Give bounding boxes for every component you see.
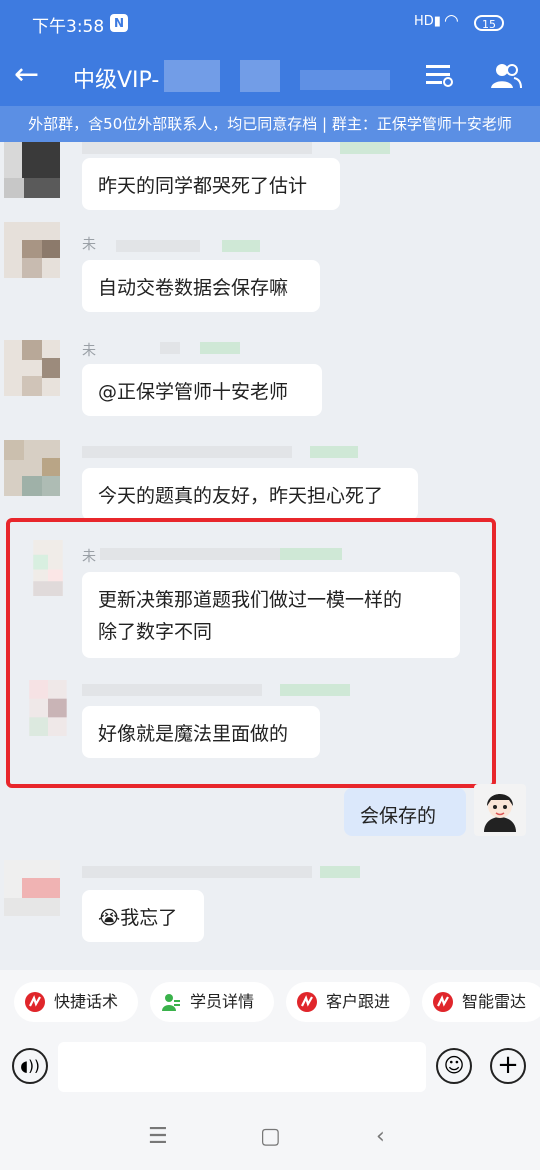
message-text: 自动交卷数据会保存嘛 bbox=[98, 277, 289, 299]
group-title: 中级VIP- bbox=[73, 68, 160, 93]
customer-followup-chip[interactable]: 客户跟进 bbox=[286, 982, 410, 1022]
menu-toggle-icon[interactable] bbox=[424, 60, 454, 90]
smart-radar-chip[interactable]: 智能雷达 bbox=[422, 982, 540, 1022]
message-text: 今天的题真的友好，昨天担心死了 bbox=[98, 485, 384, 507]
signal-icon: HD▮ bbox=[414, 14, 441, 29]
sender-name: 未 bbox=[82, 237, 96, 253]
group-info-banner: 外部群，含50位外部联系人，均已同意存档 | 群主：正保学管师十安老师 bbox=[0, 106, 540, 142]
app-bar: ← 中级VIP- bbox=[0, 48, 540, 106]
message-bubble[interactable]: @正保学管师十安老师 bbox=[82, 364, 322, 416]
sender-name-redaction bbox=[280, 684, 350, 696]
message-bubble[interactable]: 好像就是魔法里面做的 bbox=[82, 706, 320, 758]
battery-icon: 15 bbox=[474, 15, 504, 31]
sender-name-redaction bbox=[82, 866, 312, 878]
message-bubble[interactable]: 😭我忘了 bbox=[82, 890, 204, 942]
menu-nav-icon[interactable]: ☰ bbox=[148, 1124, 168, 1149]
sender-name-redaction bbox=[82, 684, 262, 696]
message-bubble[interactable]: 昨天的同学都哭死了估计 bbox=[82, 158, 340, 210]
title-redaction bbox=[240, 60, 280, 92]
message-bubble[interactable]: 自动交卷数据会保存嘛 bbox=[82, 260, 320, 312]
avatar[interactable] bbox=[20, 680, 76, 736]
sender-name-redaction bbox=[160, 342, 180, 354]
status-bar: 下午3:58 N HD▮ ◠ 15 bbox=[0, 0, 540, 48]
chip-label: 快捷话术 bbox=[54, 992, 119, 1011]
message-text: @正保学管师十安老师 bbox=[98, 381, 289, 403]
quick-phrase-chip[interactable]: 快捷话术 bbox=[14, 982, 138, 1022]
sender-name-redaction bbox=[100, 548, 300, 560]
sender-name: 未 bbox=[82, 343, 96, 359]
message-text: 好像就是魔法里面做的 bbox=[98, 723, 289, 745]
sender-name-redaction bbox=[222, 240, 260, 252]
radar-logo-icon bbox=[297, 992, 317, 1012]
message-text: 昨天的同学都哭死了估计 bbox=[98, 175, 308, 197]
sender-name-redaction bbox=[82, 446, 292, 458]
home-nav-icon[interactable]: ▢ bbox=[260, 1124, 281, 1149]
system-nav-bar: ☰ ▢ ‹ bbox=[0, 1106, 540, 1170]
chip-label: 学员详情 bbox=[190, 992, 255, 1011]
wifi-icon: ◠ bbox=[444, 11, 459, 31]
avatar[interactable] bbox=[4, 222, 60, 278]
message-text-line: 除了数字不同 bbox=[98, 621, 213, 643]
sender-name-redaction bbox=[340, 142, 390, 154]
avatar[interactable] bbox=[4, 340, 60, 396]
crying-emoji: 😭 bbox=[98, 907, 121, 929]
plus-icon[interactable]: + bbox=[490, 1048, 526, 1084]
sender-name-redaction bbox=[200, 342, 240, 354]
sender-name-redaction bbox=[116, 240, 200, 252]
sender-name-redaction bbox=[320, 866, 360, 878]
message-text: 会保存的 bbox=[360, 805, 437, 827]
chat-area[interactable]: 昨天的同学都哭死了估计 未 自动交卷数据会保存嘛 未 @正保学管师十安老师 今天… bbox=[0, 142, 540, 970]
chip-label: 客户跟进 bbox=[326, 992, 391, 1011]
title-redaction bbox=[164, 60, 220, 92]
status-time: 下午3:58 bbox=[32, 17, 105, 37]
back-nav-icon[interactable]: ‹ bbox=[376, 1124, 385, 1149]
message-text-line: 更新决策那道题我们做过一模一样的 bbox=[98, 589, 403, 611]
my-avatar[interactable] bbox=[474, 784, 526, 836]
avatar[interactable] bbox=[20, 540, 76, 596]
sender-name: 未 bbox=[82, 549, 96, 565]
message-input[interactable] bbox=[58, 1042, 426, 1092]
message-text: 我忘了 bbox=[120, 907, 178, 929]
members-icon[interactable] bbox=[490, 62, 522, 90]
title-redaction bbox=[300, 70, 390, 90]
chip-label: 智能雷达 bbox=[462, 992, 527, 1011]
sender-name-redaction bbox=[280, 548, 342, 560]
student-detail-chip[interactable]: 学员详情 bbox=[150, 982, 274, 1022]
voice-icon[interactable]: ◖)) bbox=[12, 1048, 48, 1084]
sender-name-redaction bbox=[82, 142, 312, 154]
avatar[interactable] bbox=[4, 142, 60, 198]
notification-badge: N bbox=[110, 14, 128, 32]
my-message-bubble[interactable]: 会保存的 bbox=[344, 788, 466, 836]
sender-name-redaction bbox=[310, 446, 358, 458]
message-bubble[interactable]: 今天的题真的友好，昨天担心死了 bbox=[82, 468, 418, 520]
back-arrow-icon[interactable]: ← bbox=[14, 57, 39, 92]
avatar[interactable] bbox=[4, 440, 60, 496]
radar-logo-icon bbox=[25, 992, 45, 1012]
message-bubble[interactable]: 更新决策那道题我们做过一模一样的 除了数字不同 bbox=[82, 572, 460, 658]
emoji-icon[interactable]: ☺ bbox=[436, 1048, 472, 1084]
avatar[interactable] bbox=[4, 860, 60, 916]
radar-logo-icon bbox=[433, 992, 453, 1012]
input-toolbar: 快捷话术 学员详情 客户跟进 智能雷达 ◖)) ☺ + bbox=[0, 970, 540, 1106]
student-icon bbox=[162, 994, 180, 1011]
